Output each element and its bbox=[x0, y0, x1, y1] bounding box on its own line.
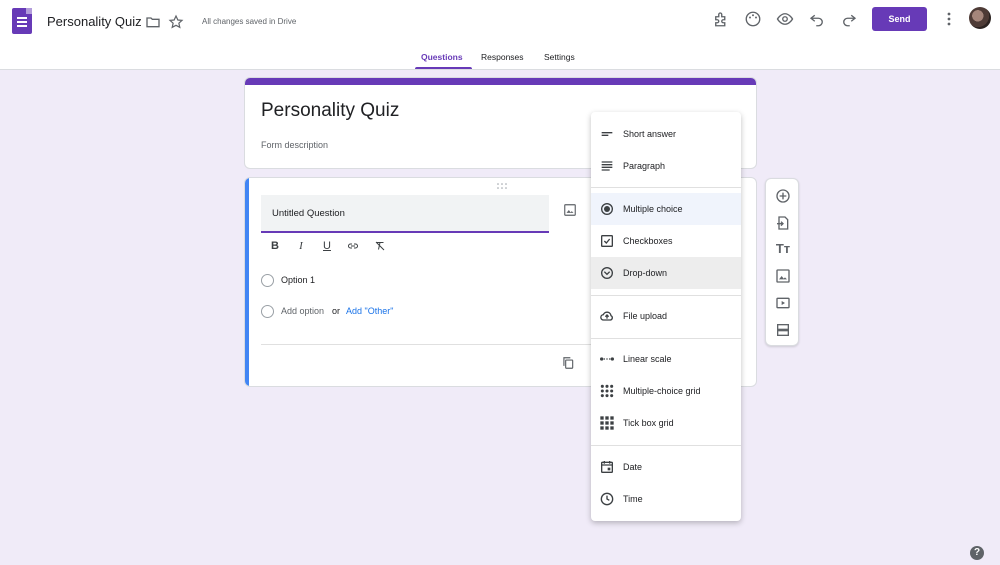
linear-scale-icon bbox=[600, 357, 614, 361]
menu-separator bbox=[591, 338, 741, 339]
menu-item-label: Date bbox=[623, 462, 643, 472]
add-title-description-icon[interactable]: Tт bbox=[775, 241, 791, 257]
tab-responses[interactable]: Responses bbox=[481, 52, 524, 62]
bold-icon[interactable]: B bbox=[269, 240, 281, 252]
add-section-icon[interactable] bbox=[775, 322, 791, 338]
star-icon[interactable] bbox=[168, 14, 184, 30]
question-title-text: Untitled Question bbox=[272, 208, 345, 219]
menu-separator bbox=[591, 187, 741, 188]
dropdown-icon bbox=[601, 267, 613, 279]
option-radio bbox=[261, 274, 274, 287]
menu-item-drop-down[interactable]: Drop-down bbox=[591, 257, 741, 289]
menu-item-paragraph[interactable]: Paragraph bbox=[591, 150, 741, 182]
menu-item-linear-scale[interactable]: Linear scale bbox=[591, 343, 741, 375]
menu-item-label: Tick box grid bbox=[623, 418, 674, 428]
theme-accent-bar bbox=[245, 78, 756, 85]
italic-icon[interactable]: I bbox=[295, 240, 307, 252]
form-title[interactable]: Personality Quiz bbox=[261, 100, 399, 122]
drag-handle-icon[interactable] bbox=[497, 183, 507, 189]
menu-item-label: Checkboxes bbox=[623, 236, 673, 246]
add-other-link[interactable]: Add "Other" bbox=[346, 306, 393, 316]
palette-icon[interactable] bbox=[744, 10, 762, 28]
top-bar: Personality Quiz All changes saved in Dr… bbox=[0, 0, 1000, 70]
menu-separator bbox=[591, 295, 741, 296]
tab-settings[interactable]: Settings bbox=[544, 52, 575, 62]
menu-item-label: Time bbox=[623, 494, 643, 504]
link-icon[interactable] bbox=[347, 240, 359, 252]
more-options-icon[interactable] bbox=[946, 11, 952, 27]
menu-item-label: Short answer bbox=[623, 129, 677, 139]
save-status: All changes saved in Drive bbox=[202, 17, 297, 26]
active-card-indicator bbox=[245, 178, 249, 386]
add-image-icon[interactable] bbox=[775, 268, 791, 284]
add-option-button[interactable]: Add option bbox=[281, 306, 324, 316]
tab-bar: Questions Responses Settings bbox=[0, 50, 1000, 70]
avatar[interactable] bbox=[969, 7, 991, 29]
floating-toolbar: Tт bbox=[765, 178, 799, 346]
clock-icon bbox=[600, 492, 614, 506]
grid-squares-icon bbox=[600, 416, 614, 430]
menu-item-time[interactable]: Time bbox=[591, 483, 741, 515]
menu-item-checkboxes[interactable]: Checkboxes bbox=[591, 225, 741, 257]
add-option-radio bbox=[261, 305, 274, 318]
menu-item-label: Drop-down bbox=[623, 268, 668, 278]
forms-app-icon[interactable] bbox=[12, 8, 32, 34]
underline-icon[interactable]: U bbox=[321, 240, 333, 252]
undo-icon[interactable] bbox=[808, 10, 826, 28]
menu-item-date[interactable]: Date bbox=[591, 451, 741, 483]
document-title[interactable]: Personality Quiz bbox=[47, 14, 142, 29]
menu-item-short-answer[interactable]: Short answer bbox=[591, 118, 741, 150]
calendar-icon bbox=[601, 461, 613, 473]
add-question-icon[interactable] bbox=[775, 188, 791, 204]
tab-questions[interactable]: Questions bbox=[421, 52, 463, 62]
or-label: or bbox=[332, 306, 341, 316]
option-1-label[interactable]: Option 1 bbox=[281, 275, 315, 285]
paragraph-icon bbox=[601, 161, 613, 171]
menu-item-tick-box-grid[interactable]: Tick box grid bbox=[591, 407, 741, 439]
add-image-icon[interactable] bbox=[563, 203, 577, 217]
import-questions-icon[interactable] bbox=[775, 215, 791, 231]
menu-item-label: Multiple-choice grid bbox=[623, 386, 701, 396]
send-button[interactable]: Send bbox=[872, 7, 927, 31]
menu-item-label: Paragraph bbox=[623, 161, 666, 171]
grid-dots-icon bbox=[600, 384, 614, 398]
form-description[interactable]: Form description bbox=[261, 140, 328, 150]
question-type-menu: Short answer Paragraph Multiple choice C… bbox=[591, 112, 741, 521]
menu-item-label: Multiple choice bbox=[623, 204, 683, 214]
add-video-icon[interactable] bbox=[775, 295, 791, 311]
checkbox-icon bbox=[601, 235, 613, 247]
question-title-input[interactable]: Untitled Question bbox=[261, 195, 549, 233]
add-ons-icon[interactable] bbox=[712, 10, 730, 28]
menu-item-multiple-choice-grid[interactable]: Multiple-choice grid bbox=[591, 375, 741, 407]
active-tab-indicator bbox=[415, 67, 472, 69]
menu-item-label: Linear scale bbox=[623, 354, 672, 364]
short-answer-icon bbox=[601, 132, 613, 136]
menu-item-multiple-choice[interactable]: Multiple choice bbox=[591, 193, 741, 225]
preview-eye-icon[interactable] bbox=[776, 10, 794, 28]
help-icon[interactable]: ? bbox=[970, 546, 984, 560]
radio-button-icon bbox=[601, 203, 613, 215]
clear-formatting-icon[interactable] bbox=[374, 240, 386, 252]
menu-item-file-upload[interactable]: File upload bbox=[591, 300, 741, 332]
folder-icon[interactable] bbox=[145, 14, 161, 30]
menu-item-label: File upload bbox=[623, 311, 668, 321]
redo-icon[interactable] bbox=[840, 10, 858, 28]
menu-separator bbox=[591, 445, 741, 446]
duplicate-icon[interactable] bbox=[561, 356, 575, 370]
cloud-upload-icon bbox=[600, 311, 613, 321]
